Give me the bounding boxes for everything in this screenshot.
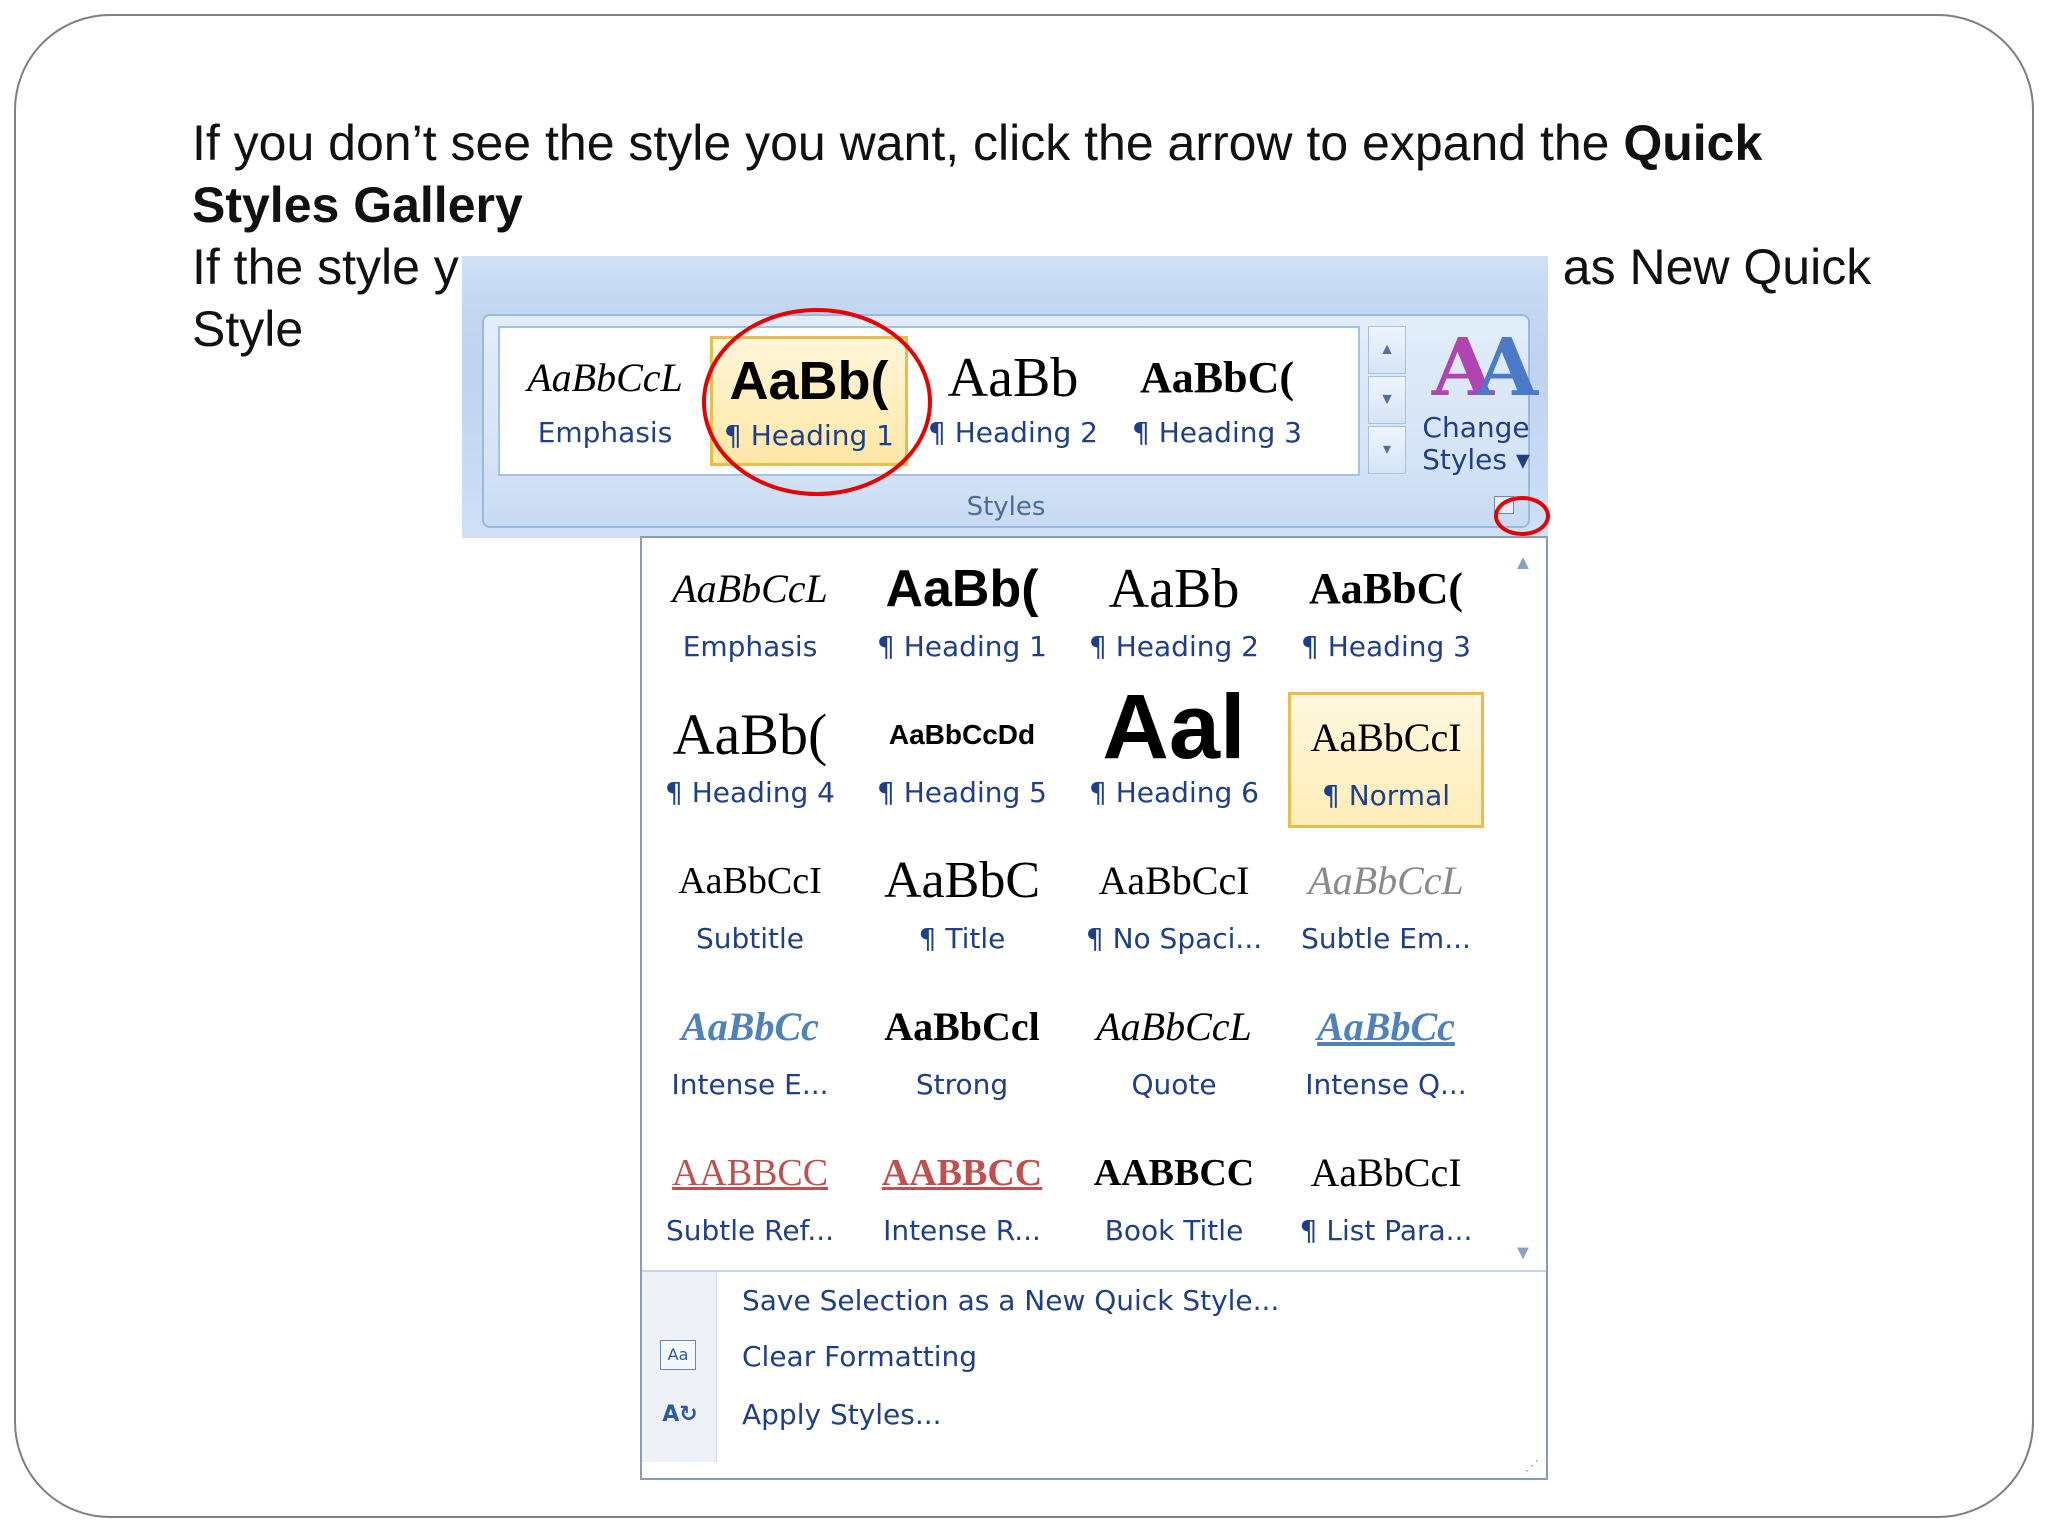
style-name: ¶ Heading 2 bbox=[928, 416, 1098, 449]
ribbon-style-heading-3[interactable]: AaBbC( ¶ Heading 3 bbox=[1118, 336, 1316, 466]
highlight-circle-heading1 bbox=[702, 308, 932, 496]
style-name: Intense E... bbox=[671, 1068, 829, 1101]
style-name: ¶ Heading 3 bbox=[1301, 630, 1471, 663]
style-name: ¶ Heading 5 bbox=[877, 776, 1047, 809]
gallery-style-subtitle[interactable]: AaBbCcI Subtitle bbox=[652, 838, 848, 974]
style-name: ¶ No Spaci... bbox=[1085, 922, 1263, 955]
style-sample: AaBbCcL bbox=[527, 355, 683, 400]
style-sample: AaBbCcl bbox=[884, 1004, 1040, 1049]
gallery-style-subtle-emphasis[interactable]: AaBbCcL Subtle Em... bbox=[1288, 838, 1484, 974]
styles-group: AaBbCcL Emphasis AaBb( ¶ Heading 1 AaBb … bbox=[482, 314, 1538, 528]
ribbon-gallery-scroll: ▲ ▼ ▾ bbox=[1368, 326, 1406, 476]
gallery-style-subtle-reference[interactable]: AABBCC Subtle Ref... bbox=[652, 1130, 848, 1266]
style-sample: AABBCC bbox=[1093, 1152, 1255, 1194]
quick-styles-gallery: AaBbCcL Emphasis AaBb( ¶ Heading 1 AaBb … bbox=[640, 536, 1548, 1480]
style-name: ¶ Heading 3 bbox=[1132, 416, 1302, 449]
ribbon-tab-strip bbox=[462, 256, 1548, 312]
resize-grip-icon[interactable]: ⋰ bbox=[1525, 1457, 1540, 1474]
style-name: Book Title bbox=[1104, 1214, 1244, 1247]
apply-styles-icon: A↻ bbox=[662, 1402, 698, 1427]
style-sample: AaBbC bbox=[884, 852, 1040, 909]
ribbon-style-heading-2[interactable]: AaBb ¶ Heading 2 bbox=[914, 336, 1112, 466]
style-sample: AaBb bbox=[1108, 558, 1240, 620]
style-name: ¶ Heading 1 bbox=[877, 630, 1047, 663]
styles-group-label: Styles bbox=[966, 492, 1046, 522]
style-name: ¶ Heading 6 bbox=[1089, 776, 1259, 809]
clear-formatting-icon: Aa bbox=[660, 1340, 696, 1370]
style-sample: AaBbCcL bbox=[1096, 1004, 1252, 1049]
highlight-circle-launcher bbox=[1494, 496, 1550, 536]
ribbon-styles-panel: AaBbCcL Emphasis AaBb( ¶ Heading 1 AaBb … bbox=[462, 256, 1548, 538]
style-name: Intense R... bbox=[883, 1214, 1041, 1247]
style-sample: AaBbC( bbox=[1139, 353, 1295, 402]
style-sample: AaBbCcDd bbox=[888, 719, 1036, 750]
gallery-menu: Save Selection as a New Quick Style... A… bbox=[642, 1272, 1546, 1462]
style-sample: AaBb( bbox=[885, 560, 1039, 618]
slide-text-line2-start: If the style y bbox=[192, 239, 459, 295]
style-sample: AaBbCc bbox=[681, 1004, 819, 1049]
gallery-style-normal[interactable]: AaBbCcI ¶ Normal bbox=[1288, 692, 1484, 828]
gallery-style-emphasis[interactable]: AaBbCcL Emphasis bbox=[652, 546, 848, 682]
style-name: Emphasis bbox=[682, 630, 818, 663]
scroll-down-button[interactable]: ▼ bbox=[1368, 376, 1406, 424]
gallery-style-heading-2[interactable]: AaBb ¶ Heading 2 bbox=[1076, 546, 1272, 682]
style-sample: AaBb( bbox=[672, 702, 828, 767]
gallery-style-book-title[interactable]: AABBCC Book Title bbox=[1076, 1130, 1272, 1266]
save-selection-menu-item[interactable]: Save Selection as a New Quick Style... bbox=[742, 1284, 1279, 1317]
style-sample: AABBCC bbox=[881, 1152, 1043, 1194]
style-sample: AaBbCcI bbox=[1098, 858, 1250, 903]
gallery-scroll-down-icon[interactable]: ▼ bbox=[1508, 1238, 1538, 1268]
change-styles-icon: AA bbox=[1431, 320, 1538, 414]
style-sample: AaBbCcI bbox=[1310, 715, 1462, 760]
change-styles-button[interactable]: AA Change Styles ▾ bbox=[1416, 316, 1538, 486]
style-name: ¶ List Para... bbox=[1299, 1214, 1473, 1247]
slide-text-line2-end: as New Quick bbox=[1562, 239, 1872, 295]
slide-paragraph-1: If you don’t see the style you want, cli… bbox=[192, 112, 1892, 236]
apply-styles-menu-item[interactable]: Apply Styles... bbox=[742, 1398, 942, 1431]
expand-gallery-button[interactable]: ▾ bbox=[1368, 426, 1406, 474]
gallery-style-list-paragraph[interactable]: AaBbCcI ¶ List Para... bbox=[1288, 1130, 1484, 1266]
gallery-style-strong[interactable]: AaBbCcl Strong bbox=[864, 984, 1060, 1120]
style-sample: AABBCC bbox=[671, 1152, 829, 1194]
gallery-style-heading-3[interactable]: AaBbC( ¶ Heading 3 bbox=[1288, 546, 1484, 682]
style-name: Strong bbox=[915, 1068, 1009, 1101]
scroll-up-button[interactable]: ▲ bbox=[1368, 326, 1406, 374]
gallery-style-intense-reference[interactable]: AABBCC Intense R... bbox=[864, 1130, 1060, 1266]
style-sample: AaBbCc bbox=[1317, 1004, 1455, 1049]
style-sample: AaBbCcL bbox=[672, 566, 828, 611]
style-name: Subtle Em... bbox=[1301, 922, 1471, 955]
gallery-style-intense-emphasis[interactable]: AaBbCc Intense E... bbox=[652, 984, 848, 1120]
style-name: ¶ Heading 2 bbox=[1089, 630, 1259, 663]
gallery-style-heading-5[interactable]: AaBbCcDd ¶ Heading 5 bbox=[864, 692, 1060, 828]
style-name: ¶ Heading 4 bbox=[665, 776, 835, 809]
style-sample: AaBb bbox=[947, 347, 1079, 409]
change-styles-label-2: Styles ▾ bbox=[1422, 443, 1530, 476]
style-sample: AaBbCcL bbox=[1308, 858, 1464, 903]
style-sample: AaBbCcI bbox=[678, 860, 822, 902]
style-sample: Aal bbox=[1102, 692, 1246, 768]
style-name: Subtitle bbox=[695, 922, 805, 955]
style-sample: AaBbCcI bbox=[1310, 1150, 1462, 1195]
change-styles-label-1: Change bbox=[1422, 411, 1530, 444]
gallery-style-heading-4[interactable]: AaBb( ¶ Heading 4 bbox=[652, 692, 848, 828]
gallery-scroll-up-icon[interactable]: ▲ bbox=[1508, 548, 1538, 578]
gallery-style-no-spacing[interactable]: AaBbCcI ¶ No Spaci... bbox=[1076, 838, 1272, 974]
style-name: Emphasis bbox=[537, 416, 673, 449]
slide-text-line1: If you don’t see the style you want, cli… bbox=[192, 115, 1624, 171]
gallery-scrollbar[interactable]: ▲ ▼ bbox=[1508, 548, 1538, 1268]
style-name: ¶ Normal bbox=[1321, 779, 1451, 812]
clear-formatting-menu-item[interactable]: Clear Formatting bbox=[742, 1340, 977, 1373]
gallery-style-heading-6[interactable]: Aal ¶ Heading 6 bbox=[1076, 692, 1272, 828]
slide-text-line3: Style bbox=[192, 301, 304, 357]
gallery-style-quote[interactable]: AaBbCcL Quote bbox=[1076, 984, 1272, 1120]
style-name: Quote bbox=[1131, 1068, 1217, 1101]
ribbon-style-emphasis[interactable]: AaBbCcL Emphasis bbox=[506, 336, 704, 466]
gallery-style-heading-1[interactable]: AaBb( ¶ Heading 1 bbox=[864, 546, 1060, 682]
gallery-style-intense-quote[interactable]: AaBbCc Intense Q... bbox=[1288, 984, 1484, 1120]
gallery-style-title[interactable]: AaBbC ¶ Title bbox=[864, 838, 1060, 974]
style-name: Subtle Ref... bbox=[665, 1214, 835, 1247]
style-name: Intense Q... bbox=[1305, 1068, 1467, 1101]
style-name: ¶ Title bbox=[918, 922, 1006, 955]
style-sample: AaBbC( bbox=[1308, 564, 1464, 613]
